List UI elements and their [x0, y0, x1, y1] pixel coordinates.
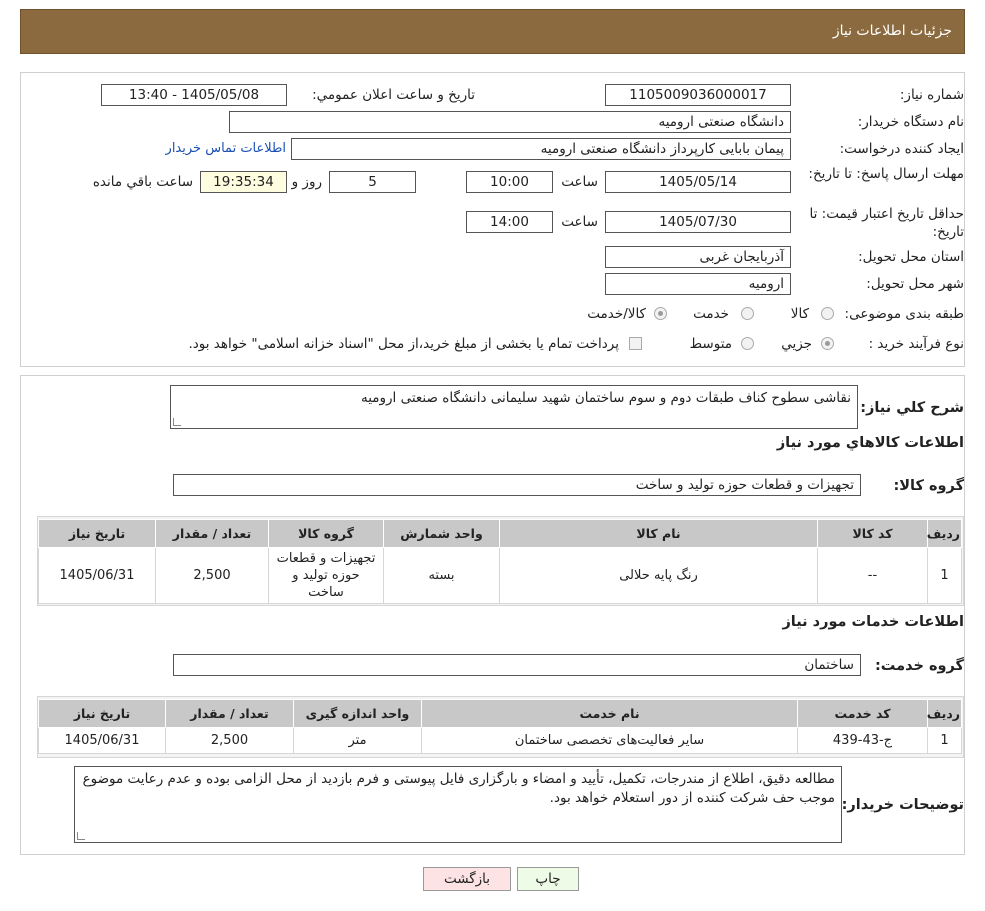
- goods-table-header: ردیف کد کالا نام کالا واحد شمارش گروه کا…: [38, 519, 962, 548]
- services-group-field: ساختمان: [173, 654, 861, 676]
- city-field: ارومیه: [605, 273, 791, 295]
- services-cell-row: 1: [927, 727, 962, 754]
- page-header: جزئیات اطلاعات نیاز: [20, 9, 965, 54]
- print-button[interactable]: چاپ: [517, 867, 579, 891]
- services-col-code: کد خدمت: [797, 699, 928, 728]
- deadline-time-label: ساعت: [561, 174, 598, 190]
- need-info-panel: شماره نیاز: 1105009036000017 تاریخ و ساع…: [20, 72, 965, 367]
- category-option-service: خدمت: [693, 306, 729, 322]
- need-number-field: 1105009036000017: [605, 84, 791, 106]
- services-cell-date: 1405/06/31: [38, 727, 166, 754]
- announce-label: تاریخ و ساعت اعلان عمومي:: [312, 87, 475, 103]
- validity-time-label: ساعت: [561, 214, 598, 230]
- goods-cell-code: --: [817, 547, 928, 604]
- description-label: شرح کلي نیاز:: [860, 400, 964, 416]
- services-col-row: ردیف: [927, 699, 962, 728]
- services-col-name: نام خدمت: [421, 699, 798, 728]
- services-cell-code: ج-43-439: [797, 727, 928, 754]
- city-label: شهر محل تحویل:: [866, 276, 964, 292]
- treasury-payment-checkbox[interactable]: [629, 337, 642, 350]
- remaining-time-field: 19:35:34: [200, 171, 287, 193]
- goods-group-field: تجهیزات و قطعات حوزه تولید و ساخت: [173, 474, 861, 496]
- process-label: نوع فرآیند خرید :: [868, 336, 964, 352]
- goods-cell-group: تجهیزات و قطعات حوزه تولید و ساخت: [268, 547, 384, 604]
- services-section-title: اطلاعات خدمات مورد نیاز: [782, 614, 964, 630]
- services-table-header: ردیف کد خدمت نام خدمت واحد اندازه گیری ت…: [38, 699, 962, 728]
- services-cell-name: سایر فعالیت‌های تخصصی ساختمان: [421, 727, 798, 754]
- services-col-date: تاریخ نیاز: [38, 699, 166, 728]
- services-cell-qty: 2,500: [165, 727, 294, 754]
- requester-label: ایجاد کننده درخواست:: [839, 141, 964, 157]
- category-option-goods-service: کالا/خدمت: [587, 306, 646, 322]
- category-radio-service[interactable]: [741, 307, 754, 320]
- goods-col-name: نام کالا: [499, 519, 818, 548]
- goods-col-row: ردیف: [927, 519, 962, 548]
- validity-label: حداقل تاریخ اعتبار قیمت: تا تاریخ:: [809, 206, 964, 240]
- goods-table: ردیف کد کالا نام کالا واحد شمارش گروه کا…: [38, 519, 962, 604]
- services-table: ردیف کد خدمت نام خدمت واحد اندازه گیری ت…: [38, 699, 962, 754]
- goods-cell-qty: 2,500: [155, 547, 269, 604]
- resize-handle-icon[interactable]: [173, 418, 181, 426]
- buyer-notes-label: توضیحات خریدار:: [841, 797, 964, 813]
- buyer-org-label: نام دستگاه خریدار:: [857, 114, 964, 130]
- category-radio-goods-service[interactable]: [654, 307, 667, 320]
- description-textarea[interactable]: نقاشی سطوح کناف طبقات دوم و سوم ساختمان …: [170, 385, 858, 429]
- goods-group-label: گروه کالا:: [893, 478, 964, 494]
- goods-section-title: اطلاعات کالاهاي مورد نیاز: [776, 435, 964, 451]
- category-option-goods: کالا: [790, 306, 809, 322]
- deadline-label: مهلت ارسال پاسخ: تا تاریخ:: [808, 166, 964, 182]
- goods-cell-row: 1: [927, 547, 962, 604]
- table-row: 1 -- رنگ پایه حلالی بسته تجهیزات و قطعات…: [38, 547, 962, 604]
- process-option-minor: جزیي: [781, 336, 812, 352]
- deadline-time-field: 10:00: [466, 171, 553, 193]
- province-field: آذربایجان غربی: [605, 246, 791, 268]
- requester-field: پیمان بابایی کارپرداز دانشگاه صنعتی اروم…: [291, 138, 791, 160]
- details-panel: شرح کلي نیاز: نقاشی سطوح کناف طبقات دوم …: [20, 375, 965, 855]
- treasury-payment-note: پرداخت تمام یا بخشی از مبلغ خرید،از محل …: [188, 336, 619, 352]
- page-title: جزئیات اطلاعات نیاز: [832, 23, 952, 39]
- resize-handle-icon[interactable]: [77, 832, 85, 840]
- process-option-medium: متوسط: [689, 336, 732, 352]
- announce-field: 1405/05/08 - 13:40: [101, 84, 287, 106]
- buyer-contact-link[interactable]: اطلاعات تماس خریدار: [166, 141, 286, 156]
- back-button[interactable]: بازگشت: [423, 867, 511, 891]
- services-col-qty: تعداد / مقدار: [165, 699, 294, 728]
- goods-col-qty: تعداد / مقدار: [155, 519, 269, 548]
- validity-date-field: 1405/07/30: [605, 211, 791, 233]
- goods-cell-name: رنگ پایه حلالی: [499, 547, 818, 604]
- remaining-label: ساعت باقي مانده: [92, 174, 193, 190]
- category-radio-goods[interactable]: [821, 307, 834, 320]
- services-group-label: گروه خدمت:: [874, 658, 964, 674]
- deadline-date-field: 1405/05/14: [605, 171, 791, 193]
- validity-time-field: 14:00: [466, 211, 553, 233]
- table-row: 1 ج-43-439 سایر فعالیت‌های تخصصی ساختمان…: [38, 727, 962, 754]
- province-label: استان محل تحویل:: [858, 249, 964, 265]
- process-radio-minor[interactable]: [821, 337, 834, 350]
- services-cell-unit: متر: [293, 727, 422, 754]
- days-field: 5: [329, 171, 416, 193]
- goods-col-group: گروه کالا: [268, 519, 384, 548]
- days-label: روز و: [291, 174, 322, 190]
- buyer-notes-text: مطالعه دقیق، اطلاع از مندرجات، تکمیل، تأ…: [82, 771, 835, 806]
- goods-cell-unit: بسته: [383, 547, 500, 604]
- services-col-unit: واحد اندازه گیری: [293, 699, 422, 728]
- buyer-org-field: دانشگاه صنعتی ارومیه: [229, 111, 791, 133]
- goods-cell-date: 1405/06/31: [38, 547, 156, 604]
- goods-col-code: کد کالا: [817, 519, 928, 548]
- process-radio-medium[interactable]: [741, 337, 754, 350]
- category-label: طبقه بندی موضوعی:: [844, 306, 964, 322]
- need-number-label: شماره نیاز:: [899, 87, 964, 103]
- goods-col-date: تاریخ نیاز: [38, 519, 156, 548]
- description-text: نقاشی سطوح کناف طبقات دوم و سوم ساختمان …: [360, 390, 851, 406]
- goods-col-unit: واحد شمارش: [383, 519, 500, 548]
- buyer-notes-textarea[interactable]: مطالعه دقیق، اطلاع از مندرجات، تکمیل، تأ…: [74, 766, 842, 843]
